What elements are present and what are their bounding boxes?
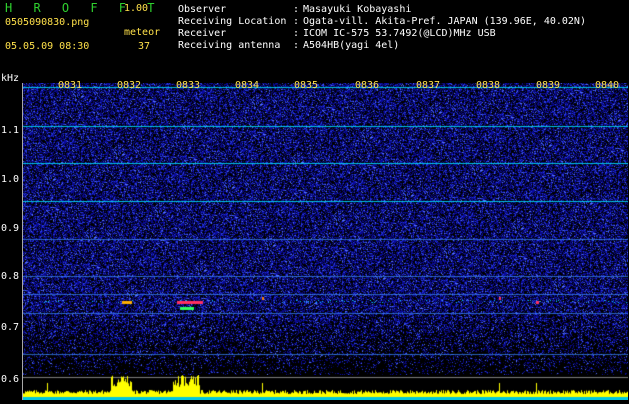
y-tick-label: 0.8 [1,271,20,282]
header-panel: H R O F F T 1.00 0505090830.png meteor 0… [0,0,629,70]
info-colon: : [293,16,300,27]
info-value: Ogata-vill. Akita-Pref. JAPAN (139.96E, … [303,16,586,27]
info-colon: : [293,40,300,51]
info-label: Receiving antenna [178,40,281,51]
time-label: 0831 [58,80,83,91]
time-label: 0839 [536,80,561,91]
y-tick-label: 1.0 [1,174,20,185]
info-colon: : [293,4,300,15]
y-tick-label: 0.6 [1,374,20,385]
info-value: A504HB(yagi 4el) [303,40,400,51]
y-tick-label: 0.9 [1,223,20,234]
info-label: Receiver [178,28,227,39]
info-row-observer: Observer : Masayuki Kobayashi [178,4,586,16]
info-label: Observer [178,4,227,15]
time-label: 0840 [595,80,620,91]
time-label: 0833 [176,80,201,91]
time-label: 0838 [476,80,501,91]
y-tick-label: 1.1 [1,125,20,136]
filename-text: 0505090830.png [5,17,90,28]
info-row-antenna: Receiving antenna : A504HB(yagi 4el) [178,40,586,52]
info-value: Masayuki Kobayashi [303,4,412,15]
datetime-text: 05.05.09 08:30 [5,41,90,52]
app-version: 1.00 [124,3,149,14]
time-label: 0834 [235,80,260,91]
time-label: 0832 [117,80,142,91]
mode-label: meteor [124,27,161,38]
plot-frame [22,83,628,400]
time-label: 0836 [355,80,380,91]
info-row-location: Receiving Location : Ogata-vill. Akita-P… [178,16,586,28]
time-label: 0835 [294,80,319,91]
time-label: 0837 [416,80,441,91]
meteor-count: 37 [138,41,151,52]
info-colon: : [293,28,300,39]
station-info: Observer : Masayuki Kobayashi Receiving … [178,4,586,52]
info-value: ICOM IC-575 53.7492(@LCD)MHz USB [303,28,496,39]
info-label: Receiving Location [178,16,287,27]
y-tick-label: 0.7 [1,322,20,333]
khz-unit-label: kHz [1,73,20,84]
info-row-receiver: Receiver : ICOM IC-575 53.7492(@LCD)MHz … [178,28,586,40]
spectrogram-panel: kHz 1.1 1.0 0.9 0.8 0.7 0.6 0831 0832 08… [0,70,629,400]
